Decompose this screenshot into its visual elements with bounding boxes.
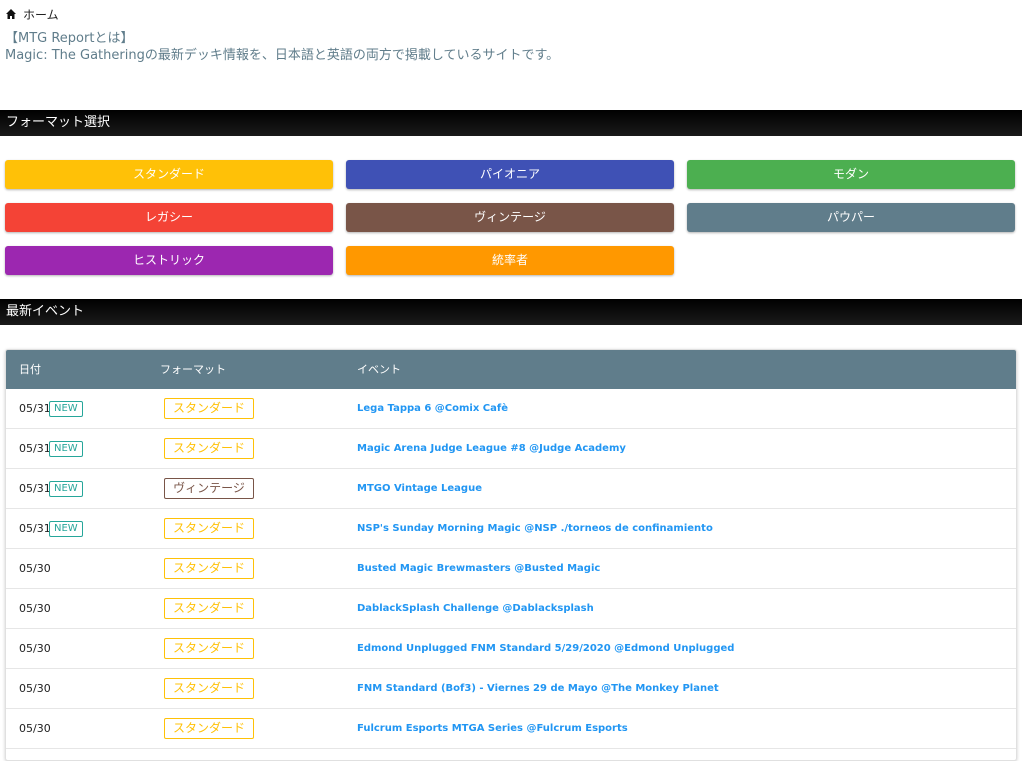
format-button-standard[interactable]: スタンダード xyxy=(5,160,333,189)
event-date: 05/31 xyxy=(19,402,51,415)
events-section-title: 最新イベント xyxy=(6,304,85,319)
table-row: 05/31 NEW スタンダード Magic Arena Judge League #… xyxy=(6,429,1016,469)
format-badge[interactable]: スタンダード xyxy=(164,398,254,419)
format-button-label: パイオニア xyxy=(479,167,540,181)
table-row: 05/30 スタンダード Edmond Unplugged FNM Standard… xyxy=(6,629,1016,669)
format-button-pioneer[interactable]: パイオニア xyxy=(346,160,674,189)
format-badge[interactable]: スタンダード xyxy=(164,638,254,659)
events-table-header: 日付 フォーマット イベント xyxy=(6,350,1016,389)
format-button-label: ヴィンテージ xyxy=(474,210,546,224)
format-button-label: ヒストリック xyxy=(132,253,205,267)
event-date: 05/30 xyxy=(19,602,51,615)
new-badge: NEW xyxy=(49,441,83,457)
event-date: 05/30 xyxy=(19,722,51,735)
table-row: 05/31 NEW スタンダード NSP's Sunday Morning Magic… xyxy=(6,509,1016,549)
events-table: 日付 フォーマット イベント 05/31 NEW スタンダード Lega Tappa … xyxy=(5,349,1017,761)
column-header-event: イベント xyxy=(357,363,401,376)
intro-heading: 【MTG Reportとは】 xyxy=(5,31,134,46)
new-badge: NEW xyxy=(49,401,83,417)
format-button-label: スタンダード xyxy=(132,167,205,181)
breadcrumb-home-link[interactable]: ホーム xyxy=(23,6,59,23)
table-row: 05/31 NEW ヴィンテージ MTGO Vintage League xyxy=(6,469,1016,509)
events-section-header: 最新イベント xyxy=(0,299,1022,325)
event-link[interactable]: Busted Magic Brewmasters @Busted Magic xyxy=(357,549,600,588)
format-badge[interactable]: スタンダード xyxy=(164,518,254,539)
format-badge[interactable]: スタンダード xyxy=(164,558,254,579)
format-badge[interactable]: ヴィンテージ xyxy=(164,478,254,499)
column-header-date: 日付 xyxy=(19,363,41,376)
event-link[interactable]: Magic Arena Judge League #8 @Judge Acade… xyxy=(357,429,626,468)
event-date: 05/31 xyxy=(19,522,51,535)
event-date: 05/31 xyxy=(19,482,51,495)
format-section-header: フォーマット選択 xyxy=(0,110,1022,136)
table-row: 05/30 スタンダード DablackSplash Challenge @Dabl… xyxy=(6,589,1016,629)
format-badge[interactable]: スタンダード xyxy=(164,718,254,739)
format-badge[interactable]: スタンダード xyxy=(164,678,254,699)
event-link[interactable]: MTGO Vintage League xyxy=(357,469,482,508)
site-intro: 【MTG Reportとは】 Magic: The Gatheringの最新デッ… xyxy=(5,30,559,64)
format-button-label: パウパー xyxy=(826,210,875,224)
new-badge: NEW xyxy=(49,521,83,537)
table-row: 05/30 スタンダード Busted Magic Brewmasters @Bus… xyxy=(6,549,1016,589)
format-button-label: 統率者 xyxy=(491,253,528,267)
event-date: 05/30 xyxy=(19,642,51,655)
format-badge[interactable]: スタンダード xyxy=(164,438,254,459)
event-link[interactable]: Fulcrum Esports MTGA Series @Fulcrum Esp… xyxy=(357,709,628,748)
event-date: 05/30 xyxy=(19,682,51,695)
event-link[interactable]: Lega Tappa 6 @Comix Cafè xyxy=(357,389,508,428)
event-date: 05/30 xyxy=(19,562,51,575)
table-row: 05/30 スタンダード Fulcrum Esports MTGA Series @… xyxy=(6,709,1016,749)
event-date: 05/31 xyxy=(19,442,51,455)
format-button-pauper[interactable]: パウパー xyxy=(687,203,1015,232)
home-icon[interactable] xyxy=(5,8,17,20)
format-badge[interactable]: スタンダード xyxy=(164,598,254,619)
new-badge: NEW xyxy=(49,481,83,497)
format-button-vintage[interactable]: ヴィンテージ xyxy=(346,203,674,232)
event-link[interactable]: DablackSplash Challenge @Dablacksplash xyxy=(357,589,594,628)
format-button-historic[interactable]: ヒストリック xyxy=(5,246,333,275)
format-section-title: フォーマット選択 xyxy=(6,115,111,130)
format-button-legacy[interactable]: レガシー xyxy=(5,203,333,232)
breadcrumb: ホーム xyxy=(5,5,59,23)
column-header-format: フォーマット xyxy=(160,363,226,376)
format-button-label: レガシー xyxy=(144,210,193,224)
event-link[interactable]: FNM Standard (Bof3) - Viernes 29 de Mayo… xyxy=(357,669,719,708)
intro-description: Magic: The Gatheringの最新デッキ情報を、日本語と英語の両方で… xyxy=(5,48,560,63)
format-button-label: モダン xyxy=(832,167,869,181)
format-button-commander[interactable]: 統率者 xyxy=(346,246,674,275)
events-table-body: 05/31 NEW スタンダード Lega Tappa 6 @Comix Cafè 05… xyxy=(6,389,1016,749)
table-row: 05/30 スタンダード FNM Standard (Bof3) - Viernes… xyxy=(6,669,1016,709)
format-button-modern[interactable]: モダン xyxy=(687,160,1015,189)
event-link[interactable]: NSP's Sunday Morning Magic @NSP ./torneo… xyxy=(357,509,713,548)
event-link[interactable]: Edmond Unplugged FNM Standard 5/29/2020 … xyxy=(357,629,734,668)
table-row: 05/31 NEW スタンダード Lega Tappa 6 @Comix Cafè xyxy=(6,389,1016,429)
